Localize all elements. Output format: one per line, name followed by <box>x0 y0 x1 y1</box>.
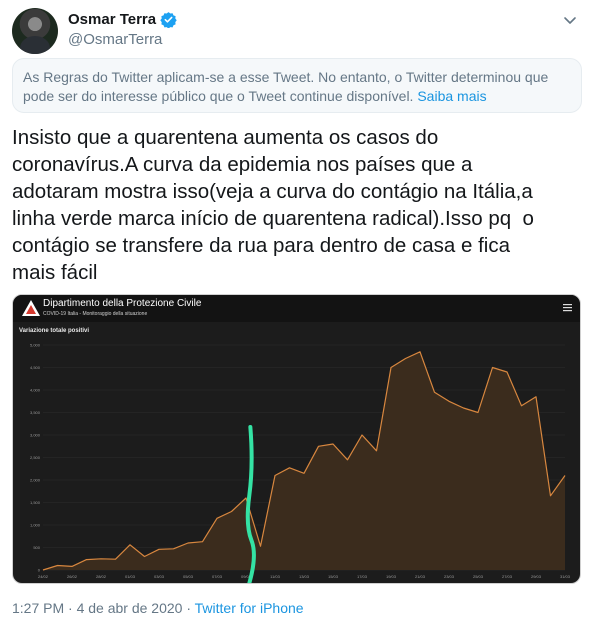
x-tick-label: 11/03 <box>270 574 280 579</box>
y-tick-label: 2,500 <box>30 455 41 460</box>
tweet-source-link[interactable]: Twitter for iPhone <box>195 600 304 616</box>
tweet-text-line: contágio se transfere da rua para dentro… <box>12 234 511 257</box>
x-tick-label: 01/03 <box>125 574 136 579</box>
chevron-down-icon[interactable] <box>562 12 578 28</box>
x-tick-label: 31/03 <box>560 574 571 579</box>
tweet-text-line: coronavírus.A curva da epidemia nos país… <box>12 153 473 176</box>
x-tick-label: 25/03 <box>473 574 484 579</box>
y-tick-label: 1,500 <box>30 500 41 505</box>
author-display-name[interactable]: Osmar Terra <box>68 11 156 28</box>
tweet-timestamp[interactable]: 1:27 PM · 4 de abr de 2020 · <box>12 600 195 616</box>
tweet-footer: 1:27 PM · 4 de abr de 2020 · Twitter for… <box>12 600 304 616</box>
verified-badge-icon <box>160 12 177 28</box>
y-tick-label: 4,500 <box>30 365 41 370</box>
x-tick-label: 17/03 <box>357 574 368 579</box>
tweet-header: Osmar Terra @OsmarTerra <box>12 8 582 54</box>
author-handle[interactable]: @OsmarTerra <box>68 31 162 48</box>
author-name-row[interactable]: Osmar Terra <box>68 11 177 28</box>
y-tick-label: 3,000 <box>30 433 41 438</box>
y-tick-label: 2,000 <box>30 478 41 483</box>
tweet-media-image[interactable]: Dipartimento della Protezione Civile COV… <box>12 294 581 584</box>
positives-variation-chart: 0 500 1,000 1,500 2,000 2,500 3,000 3,500 4,000 4… <box>30 343 571 583</box>
avatar[interactable] <box>12 8 58 54</box>
y-tick-label: 500 <box>33 545 40 550</box>
public-interest-notice: As Regras do Twitter aplicam-se a esse T… <box>12 58 582 113</box>
x-tick-label: 13/03 <box>299 574 310 579</box>
learn-more-link[interactable]: Saiba mais <box>417 88 486 104</box>
y-tick-label: 3,500 <box>30 410 41 415</box>
tweet-text-line: adotaram mostra isso(veja a curva do con… <box>12 180 533 203</box>
y-tick-label: 0 <box>38 568 41 573</box>
tweet-text-line: linha verde marca início de quarentena r… <box>12 207 534 230</box>
x-tick-label: 24/02 <box>38 574 49 579</box>
x-tick-label: 05/03 <box>183 574 194 579</box>
y-tick-label: 5,000 <box>30 343 41 348</box>
x-tick-label: 21/03 <box>415 574 426 579</box>
x-tick-label: 07/03 <box>212 574 223 579</box>
y-tick-label: 1,000 <box>30 523 41 528</box>
tweet-text-line: Insisto que a quarentena aumenta os caso… <box>12 126 439 149</box>
tweet-text: Insisto que a quarentena aumenta os caso… <box>12 124 582 286</box>
x-tick-label: 19/03 <box>386 574 397 579</box>
y-tick-label: 4,000 <box>30 388 41 393</box>
x-tick-label: 03/03 <box>154 574 165 579</box>
x-tick-label: 15/03 <box>328 574 339 579</box>
x-tick-label: 27/03 <box>502 574 513 579</box>
x-tick-label: 26/02 <box>67 574 78 579</box>
x-tick-label: 23/03 <box>444 574 455 579</box>
tweet-text-line: mais fácil <box>12 261 98 284</box>
x-tick-label: 28/02 <box>96 574 107 579</box>
x-tick-label: 29/03 <box>531 574 542 579</box>
